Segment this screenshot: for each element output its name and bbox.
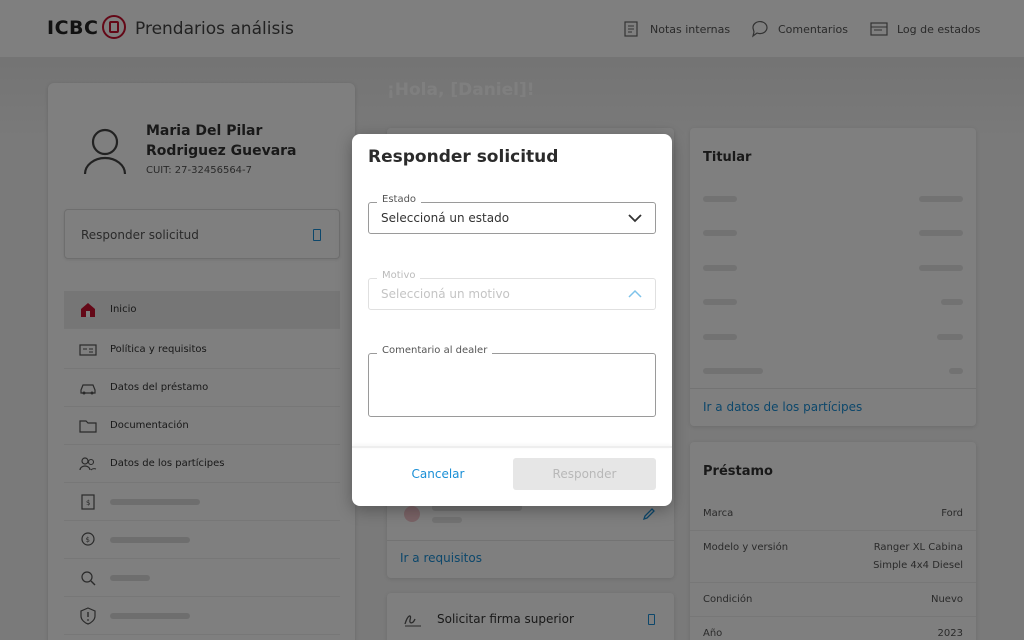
footer-divider [352, 446, 672, 448]
estado-select[interactable]: Estado Seleccioná un estado [368, 194, 656, 234]
chevron-down-icon [628, 214, 642, 223]
estado-value: Seleccioná un estado [381, 211, 510, 225]
comentario-textarea[interactable]: Comentario al dealer [368, 345, 656, 417]
responder-solicitud-modal: Responder solicitud Estado Seleccioná un… [352, 134, 672, 506]
motivo-label: Motivo [377, 270, 421, 281]
motivo-value: Seleccioná un motivo [381, 287, 510, 301]
modal-title: Responder solicitud [368, 147, 559, 167]
estado-label: Estado [377, 194, 422, 205]
comentario-label: Comentario al dealer [377, 345, 493, 356]
motivo-select[interactable]: Motivo Seleccioná un motivo [368, 270, 656, 310]
chevron-up-icon [628, 289, 642, 298]
responder-button[interactable]: Responder [513, 458, 656, 490]
cancel-button[interactable]: Cancelar [382, 460, 494, 488]
